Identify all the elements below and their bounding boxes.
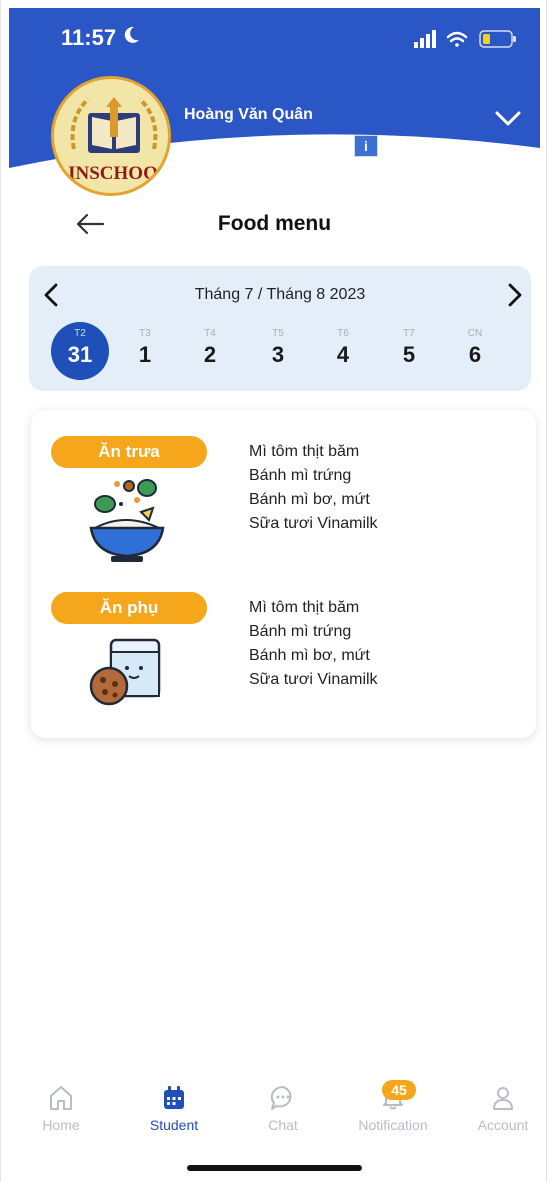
meal-label: Ăn trưa — [51, 436, 207, 468]
meal-lunch: Ăn trưa Mì tôm thịt băm Bánh mì trứng Bá… — [31, 412, 536, 562]
user-name: Hoàng Văn Quân — [184, 106, 313, 123]
meal-item: Mì tôm thịt băm — [249, 599, 360, 616]
meal-item: Mì tôm thịt băm — [249, 443, 360, 460]
day-date: 2 — [203, 342, 217, 367]
signal-icon — [414, 30, 436, 48]
home-icon — [50, 1086, 72, 1110]
meal-item-list: Mì tôm thịt băm Bánh mì trứng Bánh mì bơ… — [249, 596, 378, 692]
tab-account[interactable]: Account — [453, 1078, 547, 1133]
tab-label: Notification — [358, 1117, 428, 1133]
meal-snack: Ăn phụ Mì tôm thịt băm Bánh mì trứng Bán… — [31, 568, 536, 718]
rice-bowl-icon — [89, 479, 165, 562]
chevron-right-icon[interactable] — [507, 282, 523, 308]
day-item[interactable]: T7 5 — [381, 322, 437, 380]
day-weekday: T4 — [204, 328, 216, 339]
day-weekday: CN — [467, 328, 483, 339]
system-icons — [414, 30, 516, 48]
food-menu-screen: 11:57 INSCHOO Hoàng Văn Quân Student inf… — [0, 0, 547, 1182]
tab-student[interactable]: Student — [124, 1078, 224, 1133]
tab-notification[interactable]: 45 Notification — [341, 1078, 445, 1133]
day-date: 5 — [402, 342, 416, 367]
day-item[interactable]: T4 2 — [182, 322, 238, 380]
calendar-icon — [164, 1086, 184, 1109]
page-nav: Food menu — [1, 200, 547, 250]
tab-label: Home — [42, 1117, 80, 1133]
battery-icon — [479, 30, 516, 48]
meal-label: Ăn phụ — [51, 592, 207, 624]
tab-chat[interactable]: Chat — [233, 1078, 333, 1133]
day-weekday: T7 — [403, 328, 415, 339]
day-date: 1 — [138, 342, 152, 367]
day-weekday: T3 — [139, 328, 151, 339]
meal-item: Sữa tươi Vinamilk — [249, 515, 378, 532]
status-time: 11:57 — [61, 25, 117, 50]
day-date: 6 — [468, 342, 482, 367]
day-item[interactable]: CN 6 — [447, 322, 503, 380]
notification-badge: 45 — [382, 1080, 416, 1100]
day-item[interactable]: T3 1 — [117, 322, 173, 380]
meal-item-list: Mì tôm thịt băm Bánh mì trứng Bánh mì bơ… — [249, 440, 378, 536]
day-weekday: T5 — [272, 328, 284, 339]
milk-cookie-icon — [89, 638, 161, 706]
moon-icon — [124, 26, 139, 43]
chevron-down-icon[interactable] — [495, 111, 521, 127]
status-bar: 11:57 — [61, 16, 518, 60]
week-calendar: Tháng 7 / Tháng 8 2023 T2 31 T3 1 T4 2 T… — [29, 266, 531, 391]
day-item[interactable]: T5 3 — [250, 322, 306, 380]
chat-icon — [270, 1085, 292, 1110]
school-logo-text: INSCHOO — [68, 163, 158, 184]
wifi-icon — [446, 31, 468, 47]
account-icon — [493, 1087, 513, 1110]
meal-item: Bánh mì trứng — [249, 467, 352, 484]
food-menu-card: Ăn trưa Mì tôm thịt băm Bánh mì trứng Bá… — [31, 410, 536, 738]
meal-item: Bánh mì trứng — [249, 623, 352, 640]
day-date: 4 — [336, 342, 350, 367]
app-header: 11:57 INSCHOO Hoàng Văn Quân Student inf… — [9, 8, 540, 198]
day-date: 31 — [67, 342, 93, 367]
day-date: 3 — [271, 342, 285, 367]
day-weekday: T6 — [337, 328, 349, 339]
tab-label: Chat — [268, 1117, 298, 1133]
meal-item: Bánh mì bơ, mứt — [249, 491, 370, 508]
day-weekday: T2 — [74, 328, 86, 339]
day-item-selected[interactable]: T2 31 — [51, 322, 109, 380]
meal-item: Sữa tươi Vinamilk — [249, 671, 378, 688]
info-icon[interactable]: i — [354, 135, 378, 157]
back-arrow-icon[interactable] — [75, 212, 105, 236]
school-logo: INSCHOO — [51, 76, 171, 196]
tab-home[interactable]: Home — [11, 1078, 111, 1133]
home-indicator[interactable] — [187, 1165, 362, 1171]
meal-item: Bánh mì bơ, mứt — [249, 647, 370, 664]
day-list: T2 31 T3 1 T4 2 T5 3 T6 4 T7 5 CN 6 — [51, 322, 521, 380]
tab-label: Account — [477, 1117, 529, 1133]
student-information-link[interactable]: Student information — [184, 139, 314, 156]
month-label: Tháng 7 / Tháng 8 2023 — [194, 286, 366, 303]
day-item[interactable]: T6 4 — [315, 322, 371, 380]
bottom-tab-bar: Home Student Chat 45 Notification Accoun… — [1, 1078, 547, 1148]
tab-label: Student — [149, 1117, 199, 1133]
